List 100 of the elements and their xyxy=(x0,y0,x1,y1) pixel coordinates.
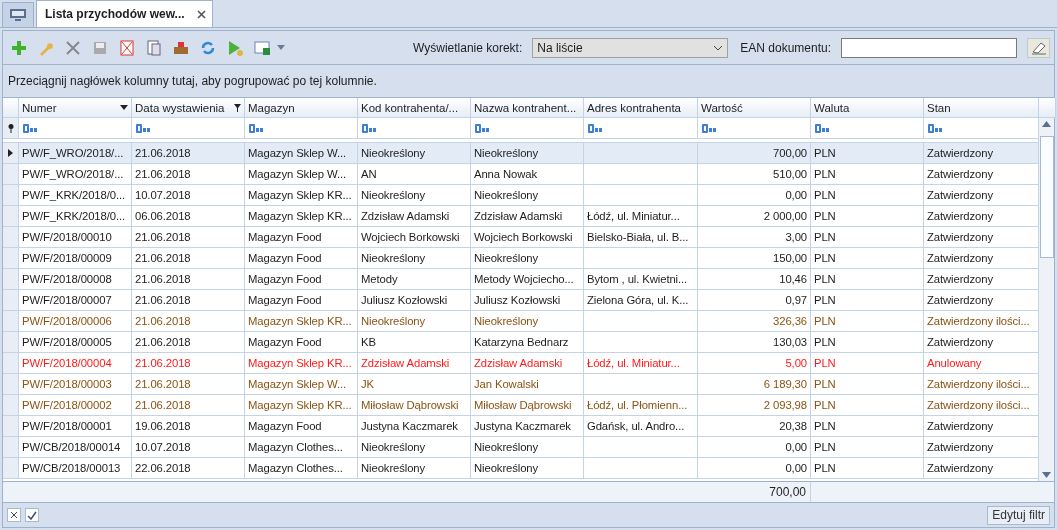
table-cell: 6 189,30 xyxy=(698,374,811,395)
table-cell: 21.06.2018 xyxy=(132,374,245,395)
ean-input-field[interactable] xyxy=(841,37,1017,58)
filter-cell[interactable] xyxy=(698,118,811,139)
edit-filter-button[interactable]: Edytuj filtr xyxy=(987,505,1050,525)
table-cell: Magazyn Sklep W... xyxy=(245,143,358,164)
column-header[interactable]: Kod kontrahenta/... xyxy=(358,98,471,118)
column-header[interactable]: Numer xyxy=(19,98,132,118)
filter-cell[interactable] xyxy=(811,118,924,139)
table-cell: Jan Kowalski xyxy=(471,374,584,395)
text-filter-icon xyxy=(23,123,39,133)
table-cell: Magazyn Clothes... xyxy=(245,458,358,479)
table-cell: 21.06.2018 xyxy=(132,143,245,164)
table-cell: Miłosław Dąbrowski xyxy=(358,395,471,416)
text-filter-icon xyxy=(249,123,265,133)
column-header[interactable]: Nazwa kontrahent... xyxy=(471,98,584,118)
table-cell: Bielsko-Biała, ul. B... xyxy=(584,227,698,248)
table-cell: PW/F_WRO/2018/... xyxy=(19,164,132,185)
filter-cell[interactable] xyxy=(132,118,245,139)
table-cell: PW/F_KRK/2018/0... xyxy=(19,185,132,206)
group-by-hint: Przeciągnij nagłówek kolumny tutaj, aby pogrupować po tej kolumnie. xyxy=(8,74,377,88)
corrections-label: Wyświetlanie korekt: xyxy=(413,40,523,55)
monitor-icon xyxy=(9,8,27,22)
filter-checkbox[interactable] xyxy=(25,508,39,522)
close-icon[interactable] xyxy=(196,9,206,19)
table-cell: 21.06.2018 xyxy=(132,248,245,269)
filter-cell[interactable] xyxy=(471,118,584,139)
filter-cell[interactable] xyxy=(245,118,358,139)
close-icon xyxy=(10,512,18,518)
corrections-dropdown[interactable]: Na liście xyxy=(532,37,729,58)
dropdown-caret-icon[interactable] xyxy=(277,45,285,50)
table-cell: 326,36 xyxy=(698,311,811,332)
table-cell: PLN xyxy=(811,290,924,311)
table-cell: PLN xyxy=(811,206,924,227)
table-cell: Łódź, ul. Płomienn... xyxy=(584,395,698,416)
table-cell: AN xyxy=(358,164,471,185)
table-cell: PLN xyxy=(811,269,924,290)
home-tab[interactable] xyxy=(2,2,34,27)
table-cell: 21.06.2018 xyxy=(132,332,245,353)
column-header[interactable]: Stan xyxy=(924,98,1039,118)
column-header[interactable]: Magazyn xyxy=(245,98,358,118)
table-cell: 10.07.2018 xyxy=(132,437,245,458)
table-cell: 21.06.2018 xyxy=(132,395,245,416)
text-filter-icon xyxy=(362,123,378,133)
table-cell: 21.06.2018 xyxy=(132,269,245,290)
column-header[interactable]: Wartość xyxy=(698,98,811,118)
table-cell: 700,00 xyxy=(698,143,811,164)
sort-descending-icon xyxy=(120,105,128,110)
filter-cell[interactable] xyxy=(19,118,132,139)
column-header[interactable]: Data wystawienia xyxy=(132,98,245,118)
text-filter-icon xyxy=(815,123,831,133)
table-cell: Magazyn Sklep W... xyxy=(245,374,358,395)
table-cell: PLN xyxy=(811,248,924,269)
row-indicator[interactable] xyxy=(3,143,19,164)
filter-cell[interactable] xyxy=(584,118,698,139)
column-header[interactable]: Adres kontrahenta xyxy=(584,98,698,118)
table-cell: Wojciech Borkowski xyxy=(471,227,584,248)
table-cell: Gdańsk, ul. Andro... xyxy=(584,416,698,437)
ean-label: EAN dokumentu: xyxy=(740,40,831,55)
scroll-thumb[interactable] xyxy=(1039,136,1054,258)
document-tab[interactable]: Lista przychodów wew... xyxy=(36,0,213,27)
scroll-up-icon[interactable] xyxy=(1042,121,1051,127)
table-cell: Nieokreślony xyxy=(471,248,584,269)
scroll-down-icon[interactable] xyxy=(1042,472,1051,478)
table-cell: PLN xyxy=(811,353,924,374)
table-cell: Magazyn Sklep W... xyxy=(245,164,358,185)
filter-icon xyxy=(234,103,241,112)
table-cell: 0,00 xyxy=(698,458,811,479)
table-cell: 0,00 xyxy=(698,437,811,458)
table-cell: PW/F/2018/00008 xyxy=(19,269,132,290)
eraser-icon xyxy=(1030,40,1047,55)
text-filter-icon xyxy=(588,123,604,133)
table-cell: PW/F_KRK/2018/0... xyxy=(19,206,132,227)
table-cell: 2 000,00 xyxy=(698,206,811,227)
table-cell: PW/F/2018/00010 xyxy=(19,227,132,248)
table-cell: 130,03 xyxy=(698,332,811,353)
column-header[interactable]: Waluta xyxy=(811,98,924,118)
table-cell: PW/F/2018/00009 xyxy=(19,248,132,269)
table-cell: Magazyn Food xyxy=(245,290,358,311)
text-filter-icon xyxy=(702,123,718,133)
table-cell: 510,00 xyxy=(698,164,811,185)
table-cell: PW/F/2018/00003 xyxy=(19,374,132,395)
table-cell: 10.07.2018 xyxy=(132,185,245,206)
table-cell: PLN xyxy=(811,458,924,479)
table-cell: 06.06.2018 xyxy=(132,206,245,227)
table-cell: 0,97 xyxy=(698,290,811,311)
row-pointer-icon xyxy=(8,149,13,157)
clear-button[interactable] xyxy=(1027,37,1050,58)
clear-filter-button[interactable] xyxy=(7,508,21,522)
table-cell: PLN xyxy=(811,227,924,248)
table-cell: Nieokreślony xyxy=(358,185,471,206)
table-cell: Nieokreślony xyxy=(358,311,471,332)
table-cell: Justyna Kaczmarek xyxy=(358,416,471,437)
vertical-scrollbar[interactable] xyxy=(1038,118,1054,481)
table-cell: PLN xyxy=(811,332,924,353)
table-cell: 3,00 xyxy=(698,227,811,248)
table-cell: Magazyn Clothes... xyxy=(245,437,358,458)
filter-cell[interactable] xyxy=(358,118,471,139)
table-cell: 21.06.2018 xyxy=(132,290,245,311)
table-cell: 21.06.2018 xyxy=(132,164,245,185)
